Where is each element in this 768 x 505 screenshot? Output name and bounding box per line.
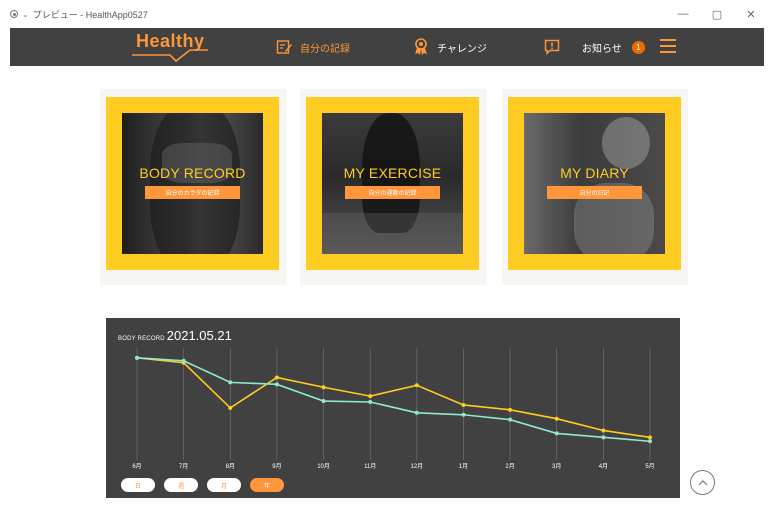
series-point-0 xyxy=(648,435,652,440)
window-titlebar: ⌄ プレビュー - HealthApp0527 — ▢ ✕ xyxy=(0,0,768,28)
series-point-1 xyxy=(648,439,652,444)
series-point-0 xyxy=(508,407,513,412)
series-point-1 xyxy=(414,410,419,415)
medal-icon xyxy=(415,38,427,55)
record-icon xyxy=(10,10,18,18)
nav-news-label: お知らせ xyxy=(582,43,622,55)
x-tick-label: 2月 xyxy=(505,463,514,470)
logo-swoosh-icon xyxy=(132,49,208,63)
series-point-1 xyxy=(228,380,233,385)
notification-badge: 1 xyxy=(631,40,645,54)
tile-subtitle: 自分の運動の記録 xyxy=(345,186,440,199)
nav-challenge[interactable]: チャレンジ xyxy=(413,28,487,66)
series-point-1 xyxy=(274,382,279,387)
close-button[interactable]: ✕ xyxy=(734,0,768,28)
x-tick-label: 1月 xyxy=(459,463,468,470)
tile-title: BODY RECORD xyxy=(139,165,246,181)
series-point-1 xyxy=(461,412,466,417)
x-tick-label: 3月 xyxy=(552,463,561,470)
tile-title: MY DIARY xyxy=(560,165,629,181)
range-year-button[interactable]: 年 xyxy=(250,478,284,492)
chart-label: BODY RECORD xyxy=(118,336,165,342)
series-point-0 xyxy=(414,383,419,388)
series-point-0 xyxy=(601,428,606,433)
window-title: プレビュー - HealthApp0527 xyxy=(32,9,148,20)
line-chart: 6月 7月 8月 9月 10月 11月 12月 1月 2月 3月 4月 5月 xyxy=(132,348,655,470)
main-content: BODY RECORD 自分のカラダの記録 MY EXERCISE 自分の運動の… xyxy=(10,66,764,505)
chart-title: BODY RECORD 2021.05.21 xyxy=(118,328,232,343)
range-week-button[interactable]: 週 xyxy=(164,478,198,492)
series-point-1 xyxy=(368,400,373,404)
series-point-0 xyxy=(228,405,233,410)
tile-my-diary[interactable]: MY DIARY 自分の日記 xyxy=(502,89,688,285)
body-record-chart: 6月 7月 8月 9月 10月 11月 12月 1月 2月 3月 4月 5月 BODY RECORD … xyxy=(106,318,680,498)
app-header: Healthy 自分の記録 チャレンジ お知らせ 1 xyxy=(10,28,764,66)
maximize-button[interactable]: ▢ xyxy=(700,0,734,28)
tile-my-exercise[interactable]: MY EXERCISE 自分の運動の記録 xyxy=(300,89,486,285)
exercise-photo: MY EXERCISE 自分の運動の記録 xyxy=(322,113,463,254)
series-point-1 xyxy=(135,355,139,360)
range-month-button[interactable]: 月 xyxy=(207,478,241,492)
series-point-1 xyxy=(508,417,513,422)
tile-title: MY EXERCISE xyxy=(343,165,442,181)
series-point-1 xyxy=(181,358,186,363)
series-point-1 xyxy=(321,399,326,404)
tile-body-record[interactable]: BODY RECORD 自分のカラダの記録 xyxy=(100,89,286,285)
tile-frame: MY DIARY 自分の日記 xyxy=(508,97,681,270)
x-tick-label: 10月 xyxy=(317,463,330,470)
tile-frame: MY EXERCISE 自分の運動の記録 xyxy=(306,97,479,270)
series-point-0 xyxy=(554,416,559,421)
tile-subtitle: 自分の日記 xyxy=(547,186,642,199)
hamburger-icon[interactable] xyxy=(660,39,676,53)
series-point-0 xyxy=(321,385,326,390)
x-tick-label: 6月 xyxy=(132,463,141,470)
nav-my-record-label: 自分の記録 xyxy=(300,43,350,55)
nav-my-record[interactable]: 自分の記録 xyxy=(276,28,350,66)
healthy-logo[interactable]: Healthy xyxy=(130,31,212,63)
series-point-1 xyxy=(601,435,606,440)
x-tick-label: 4月 xyxy=(599,463,608,470)
scroll-to-top-button[interactable] xyxy=(690,470,715,495)
x-tick-label: 7月 xyxy=(179,463,188,470)
range-day-button[interactable]: 日 xyxy=(121,478,155,492)
minimize-button[interactable]: — xyxy=(666,0,700,28)
diary-photo: MY DIARY 自分の日記 xyxy=(524,113,665,254)
memo-icon xyxy=(276,40,292,54)
chevron-down-icon[interactable]: ⌄ xyxy=(22,10,29,19)
series-point-1 xyxy=(554,431,559,436)
tile-subtitle: 自分のカラダの記録 xyxy=(145,186,240,199)
x-tick-label: 5月 xyxy=(645,463,654,470)
series-point-0 xyxy=(461,402,466,407)
x-tick-label: 12月 xyxy=(410,463,423,470)
x-tick-label: 9月 xyxy=(272,463,281,470)
nav-challenge-label: チャレンジ xyxy=(437,43,487,55)
chevron-up-icon xyxy=(698,479,707,485)
tile-frame: BODY RECORD 自分のカラダの記録 xyxy=(106,97,279,270)
body-record-photo: BODY RECORD 自分のカラダの記録 xyxy=(122,113,263,254)
info-icon xyxy=(544,39,560,55)
x-tick-label: 8月 xyxy=(226,463,235,470)
nav-news[interactable]: お知らせ 1 xyxy=(544,28,645,66)
series-point-0 xyxy=(368,394,373,399)
series-point-0 xyxy=(274,375,279,380)
series-line-1 xyxy=(136,357,651,443)
chart-date: 2021.05.21 xyxy=(166,328,232,343)
x-tick-label: 11月 xyxy=(364,463,376,470)
series-line-0 xyxy=(136,357,651,439)
